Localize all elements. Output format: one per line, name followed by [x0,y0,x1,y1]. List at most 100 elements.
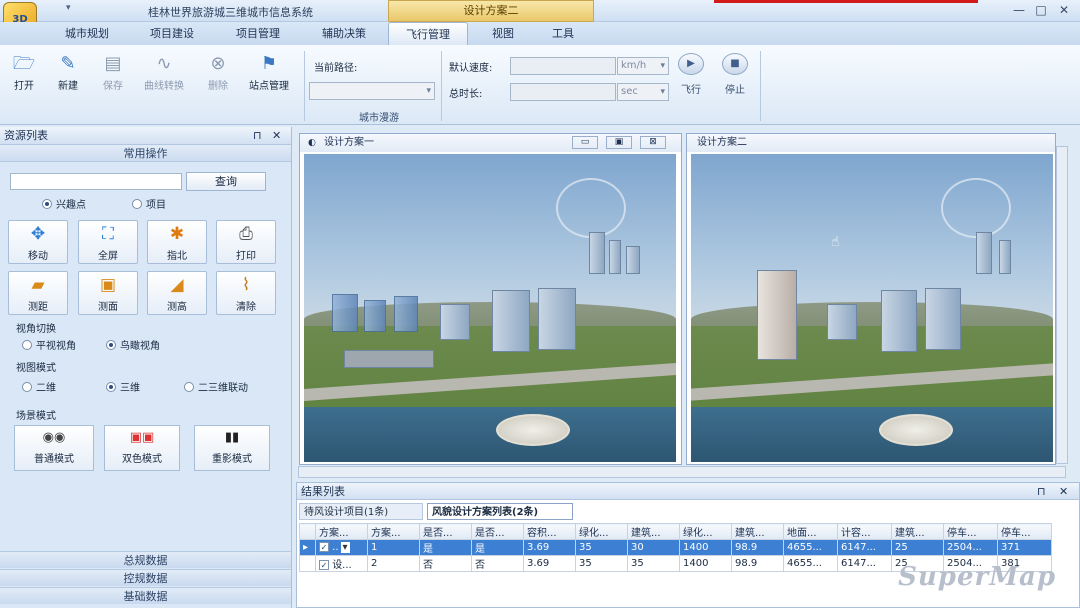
tab-design-plan-list[interactable]: 风貌设计方案列表(2条) [427,503,573,520]
row-dropdown-icon[interactable]: ▾ [340,542,350,553]
base-data-section[interactable]: 基础数据 [0,587,291,604]
tab-project-construction[interactable]: 项目建设 [134,22,210,45]
fly-button[interactable]: ▶ [678,53,704,75]
tab-city-planning[interactable]: 城市规划 [50,22,124,45]
measure-area-button[interactable]: ▣ 测面 [78,271,138,315]
speed-unit-select[interactable]: km/h [617,57,669,75]
tab-decision-support[interactable]: 辅助决策 [306,22,382,45]
delete-button[interactable]: ⊗ 删除 [198,51,238,92]
table-cell[interactable]: 3.69 [523,539,576,556]
column-header[interactable]: 方案... [367,523,420,540]
maximize-button[interactable]: □ [1032,2,1050,18]
master-plan-data-section[interactable]: 总规数据 [0,551,291,568]
table-cell[interactable]: 6147... [837,555,892,572]
column-header[interactable]: 建筑... [627,523,680,540]
open-button[interactable]: 🗁 打开 [4,51,44,92]
3d-scene-canvas[interactable] [304,154,676,462]
mode-3d-radio[interactable]: 三维 [106,379,140,394]
table-cell[interactable]: 35 [575,539,628,556]
close-button[interactable]: ✕ [1055,2,1073,18]
ghost-mode-button[interactable]: ▮▮ 重影模式 [194,425,270,471]
column-header[interactable]: 容积... [523,523,576,540]
view-maximize-button[interactable]: ▣ [606,136,632,149]
tab-flight-management[interactable]: 飞行管理 [388,22,468,45]
column-header[interactable]: 计容... [837,523,892,540]
table-cell[interactable]: 25 [891,539,944,556]
column-header[interactable]: 方案... [315,523,368,540]
table-cell[interactable]: 1400 [679,539,732,556]
table-cell[interactable]: 371 [997,539,1052,556]
current-path-select[interactable] [309,82,435,100]
move-button[interactable]: ✥ 移动 [8,220,68,264]
mode-2d-radio[interactable]: 二维 [22,379,56,394]
table-row[interactable]: ▸ ✓ .. ▾ 1 是 是 3.69 35 30 1400 98.9 4655.… [299,539,1052,556]
fullscreen-button[interactable]: ⛶ 全屏 [78,220,138,264]
column-header[interactable]: 是否... [419,523,472,540]
table-cell[interactable]: 1400 [679,555,732,572]
table-cell[interactable]: 4655... [783,555,838,572]
pin-icon[interactable]: ⊓ [253,127,262,145]
common-ops-header[interactable]: 常用操作 [0,145,291,162]
table-cell[interactable]: 3.69 [523,555,576,572]
search-button[interactable]: 查询 [186,172,266,191]
table-cell[interactable]: 2 [367,555,420,572]
scene-view-plan-2[interactable]: 设计方案二 ☝ [686,133,1056,465]
3d-scene-canvas[interactable]: ☝ [691,154,1053,462]
project-radio[interactable]: 项目 [132,196,166,211]
table-cell[interactable]: ✓ .. ▾ [315,539,368,556]
clear-button[interactable]: ⌇ 清除 [216,271,276,315]
table-cell[interactable]: 35 [627,555,680,572]
tab-project-management[interactable]: 项目管理 [220,22,296,45]
table-cell[interactable]: 30 [627,539,680,556]
view-minimize-button[interactable]: ▭ [572,136,598,149]
north-button[interactable]: ✱ 指北 [147,220,207,264]
normal-mode-button[interactable]: ◉◉ 普通模式 [14,425,94,471]
navigation-compass-icon[interactable] [556,178,626,238]
new-button[interactable]: ✎ 新建 [48,51,88,92]
measure-distance-button[interactable]: ▰ 测距 [8,271,68,315]
level-view-radio[interactable]: 平视视角 [22,337,76,352]
view-horizontal-scrollbar[interactable] [298,466,1066,478]
measure-height-button[interactable]: ◢ 测高 [147,271,207,315]
row-checkbox[interactable]: ✓ [319,560,329,570]
column-header[interactable]: 建筑... [731,523,784,540]
row-checkbox[interactable]: ✓ [319,542,329,552]
table-cell[interactable]: 1 [367,539,420,556]
print-button[interactable]: ⎙ 打印 [216,220,276,264]
minimize-button[interactable]: — [1010,2,1028,18]
default-speed-input[interactable] [510,57,616,75]
table-cell[interactable]: 是 [471,539,524,556]
column-header[interactable]: 停车... [997,523,1052,540]
column-header[interactable]: 停车... [943,523,998,540]
regulatory-plan-data-section[interactable]: 控规数据 [0,569,291,586]
navigation-compass-icon[interactable] [941,178,1011,238]
search-input[interactable] [10,173,182,190]
tab-tools[interactable]: 工具 [538,22,588,45]
table-cell[interactable]: 98.9 [731,539,784,556]
tab-pending-projects[interactable]: 待风设计项目(1条) [299,503,423,520]
view-vertical-scrollbar[interactable] [1056,146,1068,464]
time-unit-select[interactable]: sec [617,83,669,101]
column-header[interactable]: 绿化... [575,523,628,540]
table-cell[interactable]: 6147... [837,539,892,556]
panel-close-icon[interactable]: ✕ [272,127,281,145]
stop-button[interactable]: ■ [722,53,748,75]
view-close-button[interactable]: ⊠ [640,136,666,149]
save-button[interactable]: ▤ 保存 [93,51,133,92]
dual-color-mode-button[interactable]: ▣▣ 双色模式 [104,425,180,471]
station-management-button[interactable]: ⚑ 站点管理 [240,51,298,92]
column-header[interactable]: 是否... [471,523,524,540]
bird-view-radio[interactable]: 鸟瞰视角 [106,337,160,352]
table-cell[interactable]: 是 [419,539,472,556]
table-cell[interactable]: ✓ 设... [315,555,368,572]
table-cell[interactable]: 35 [575,555,628,572]
column-header[interactable]: 绿化... [679,523,732,540]
table-cell[interactable]: 否 [471,555,524,572]
total-time-input[interactable] [510,83,616,101]
column-header[interactable]: 地面... [783,523,838,540]
curve-convert-button[interactable]: ∿ 曲线转换 [136,51,192,92]
context-tab-design-plan-2[interactable]: 设计方案二 [388,0,594,22]
table-cell[interactable]: 98.9 [731,555,784,572]
poi-radio[interactable]: 兴趣点 [42,196,86,211]
tab-view[interactable]: 视图 [478,22,528,45]
